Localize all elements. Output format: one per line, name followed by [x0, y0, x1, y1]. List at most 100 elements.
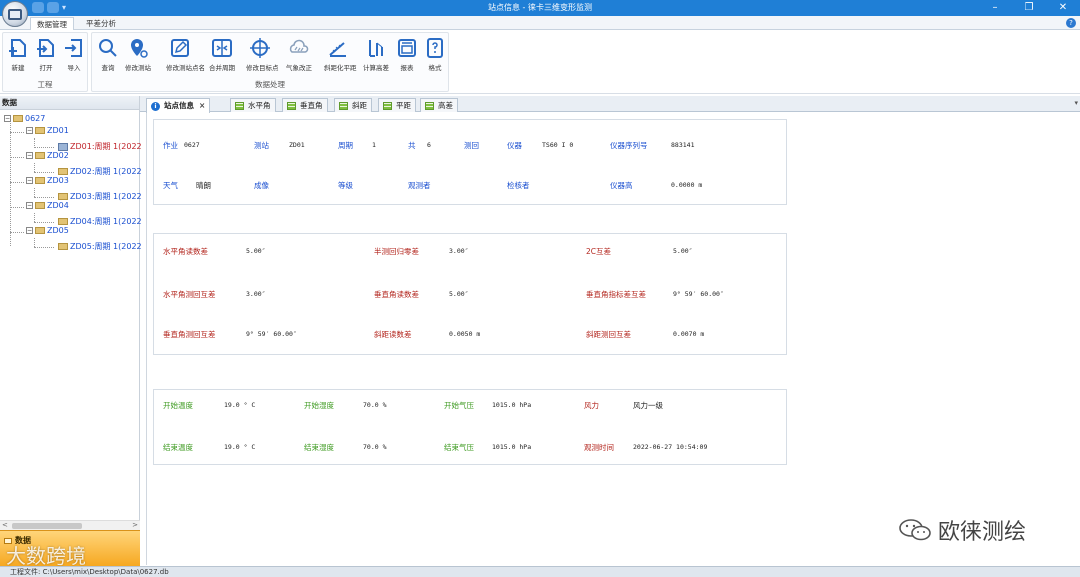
- tree-root[interactable]: −0627: [4, 114, 45, 123]
- label-wind: 风力: [584, 401, 599, 410]
- tab-data-management[interactable]: 数据管理: [30, 17, 74, 30]
- label-station: 测站: [254, 141, 269, 150]
- label-round: 测回: [464, 141, 479, 150]
- data-tree-panel: 数据 −0627 − ZD01 ZD01:周期 1(2022 − ZD02 ZD02…: [0, 96, 142, 566]
- tree-station-zd01[interactable]: − ZD01: [26, 126, 69, 135]
- tree-period-zd05[interactable]: ZD05:周期 1(2022: [58, 241, 142, 252]
- ribbon-group-project: 新建 打开 导入 工程: [2, 32, 88, 92]
- tree-period-zd01[interactable]: ZD01:周期 1(2022: [58, 141, 142, 152]
- scroll-right-icon[interactable]: >: [132, 521, 138, 529]
- collapse-icon[interactable]: −: [26, 177, 33, 184]
- value-v-round-diff: 9° 59′ 60.00″: [246, 330, 297, 338]
- edit-station-button[interactable]: 修改测站: [124, 37, 152, 72]
- folder-icon: [35, 202, 45, 209]
- value-start-humidity: 70.0 %: [363, 401, 387, 409]
- observation-icon: [58, 142, 68, 151]
- minimize-button[interactable]: –: [978, 0, 1012, 16]
- tab-adjustment-analysis[interactable]: 平差分析: [80, 17, 122, 30]
- tree-period-zd02[interactable]: ZD02:周期 1(2022: [58, 166, 142, 177]
- value-slope-reading-diff: 0.0050 m: [449, 330, 481, 338]
- value-end-humidity: 70.0 %: [363, 443, 387, 451]
- wechat-icon: [899, 519, 931, 541]
- compute-height-diff-button[interactable]: 计算高差: [362, 37, 390, 72]
- search-icon: [99, 39, 117, 57]
- label-instrument-height: 仪器高: [610, 181, 633, 190]
- value-job: 0627: [184, 141, 200, 149]
- tree-station-zd02[interactable]: − ZD02: [26, 151, 69, 160]
- ribbon-group-data-processing: 查询 修改测站 修改测站点名 合并周期 修改目标点 气象改正 斜距化平距 计算高…: [91, 32, 449, 92]
- label-start-pressure: 开始气压: [444, 401, 474, 410]
- crosshair-icon: [250, 38, 270, 58]
- merge-period-button[interactable]: 合并周期: [208, 37, 236, 72]
- tree-station-zd05[interactable]: − ZD05: [26, 226, 69, 235]
- tab-horizontal-angle[interactable]: 水平角: [230, 98, 276, 112]
- watermark-right: 欧徕测绘: [898, 514, 1026, 546]
- value-half-round-closure: 3.00″: [449, 247, 469, 255]
- help-icon[interactable]: ?: [1066, 18, 1076, 28]
- value-total: 6: [427, 141, 431, 149]
- value-start-temp: 19.0 ° C: [224, 401, 256, 409]
- open-button[interactable]: 打开: [32, 37, 60, 72]
- tree-period-zd04[interactable]: ZD04:周期 1(2022: [58, 216, 142, 227]
- tree-horizontal-scrollbar[interactable]: < >: [0, 520, 140, 530]
- open-icon: [37, 39, 54, 57]
- tree-period-zd03[interactable]: ZD03:周期 1(2022: [58, 191, 142, 202]
- tree-station-zd04[interactable]: − ZD04: [26, 201, 69, 210]
- folder-icon: [58, 218, 68, 225]
- label-start-temp: 开始温度: [163, 401, 193, 410]
- tabs-dropdown-icon[interactable]: ▾: [1074, 99, 1078, 107]
- title-bar: ▾ 站点信息 - 徕卡三维变形监测 – ❐ ✕: [0, 0, 1080, 16]
- tab-station-info[interactable]: i 站点信息 ×: [146, 98, 211, 113]
- label-imaging: 成像: [254, 181, 269, 190]
- value-end-pressure: 1015.0 hPa: [492, 443, 532, 451]
- scrollbar-thumb[interactable]: [12, 523, 82, 529]
- report-button[interactable]: 报表: [393, 37, 421, 72]
- tab-slope-distance[interactable]: 斜距: [334, 98, 372, 112]
- folder-icon: [58, 168, 68, 175]
- table-icon: [287, 102, 296, 110]
- collapse-icon[interactable]: −: [4, 115, 11, 122]
- edit-target-button[interactable]: 修改目标点: [246, 37, 279, 72]
- slope-to-horizontal-button[interactable]: 斜距化平距: [324, 37, 357, 72]
- slope-distance-icon: [329, 42, 346, 57]
- label-grade: 等级: [338, 181, 353, 190]
- label-v-index-diff: 垂直角指标差互差: [586, 290, 646, 299]
- label-instrument: 仪器: [507, 141, 522, 150]
- weather-card: 开始温度 19.0 ° C 开始湿度 70.0 % 开始气压 1015.0 hP…: [153, 389, 787, 465]
- new-button[interactable]: 新建: [4, 37, 32, 72]
- value-hz-reading-diff: 5.00″: [246, 247, 266, 255]
- tab-horizontal-distance[interactable]: 平距: [378, 98, 416, 112]
- new-icon: [9, 39, 26, 57]
- app-menu-orb-icon[interactable]: [2, 1, 28, 27]
- document-tab-bar: i 站点信息 × 水平角 垂直角 斜距 平距 高差 ▾: [140, 96, 1080, 113]
- collapse-icon[interactable]: −: [26, 152, 33, 159]
- label-observation-time: 观测时间: [584, 443, 614, 452]
- value-wind: 风力一级: [633, 401, 663, 410]
- scroll-left-icon[interactable]: <: [2, 521, 8, 529]
- group-label-project: 工程: [37, 80, 53, 89]
- close-window-button[interactable]: ✕: [1046, 0, 1080, 16]
- value-2c-diff: 5.00″: [673, 247, 693, 255]
- collapse-icon[interactable]: −: [26, 202, 33, 209]
- import-icon: [65, 39, 82, 57]
- label-job: 作业: [163, 141, 178, 150]
- query-button[interactable]: 查询: [94, 37, 122, 72]
- edit-icon: [171, 39, 189, 57]
- folder-icon: [35, 152, 45, 159]
- edit-station-name-button[interactable]: 修改测站点名: [166, 37, 205, 72]
- tab-vertical-angle[interactable]: 垂直角: [282, 98, 328, 112]
- weather-correction-button[interactable]: 气象改正: [285, 37, 313, 72]
- format-button[interactable]: 格式: [421, 37, 449, 72]
- folder-icon: [35, 127, 45, 134]
- window-title: 站点信息 - 徕卡三维变形监测: [488, 3, 592, 12]
- tree-station-zd03[interactable]: − ZD03: [26, 176, 69, 185]
- label-end-pressure: 结束气压: [444, 443, 474, 452]
- collapse-icon[interactable]: −: [26, 227, 33, 234]
- label-weather: 天气: [163, 181, 178, 190]
- tab-height-difference[interactable]: 高差: [420, 98, 458, 112]
- close-tab-icon[interactable]: ×: [199, 101, 205, 110]
- value-observation-time: 2022-06-27 10:54:09: [633, 443, 708, 451]
- maximize-button[interactable]: ❐: [1012, 0, 1046, 16]
- import-button[interactable]: 导入: [60, 37, 88, 72]
- collapse-icon[interactable]: −: [26, 127, 33, 134]
